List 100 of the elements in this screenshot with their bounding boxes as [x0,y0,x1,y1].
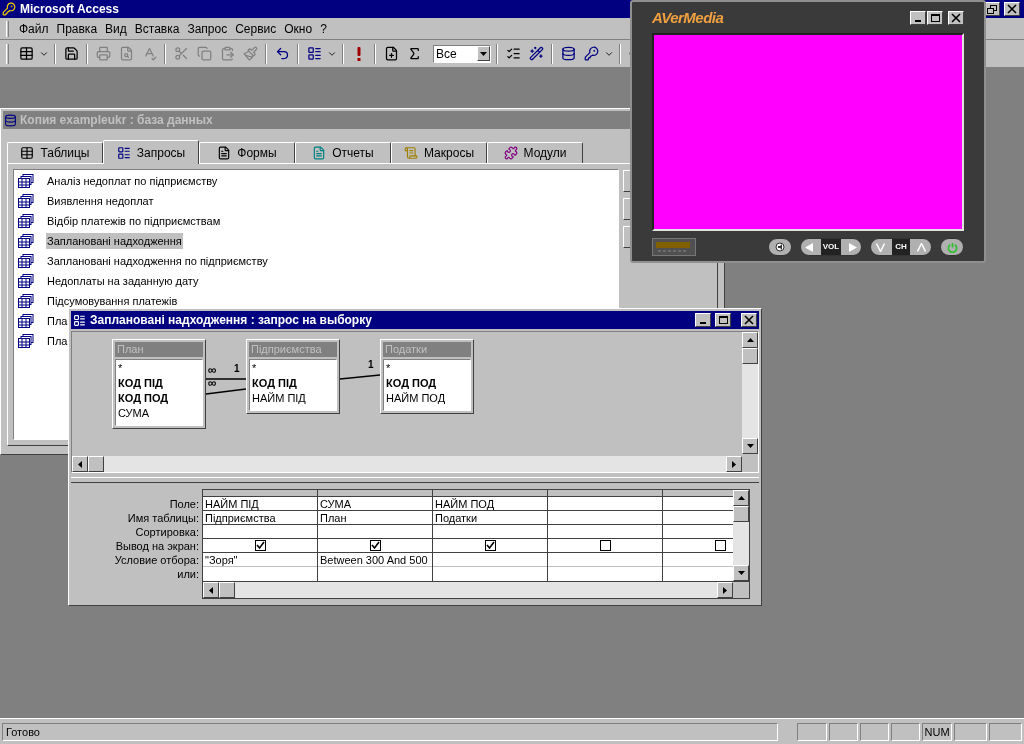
filter-combo[interactable]: Все [433,44,491,63]
table-cell[interactable]: "Зоря" [203,553,317,567]
field-name[interactable]: НАЙМ ПІД [252,391,336,406]
field-name[interactable]: НАЙМ ПОД [386,391,470,406]
scroll-thumb[interactable] [88,456,104,472]
scroll-thumb[interactable] [219,582,235,598]
query-icon [116,145,131,160]
list-item[interactable]: Заплановані надходження [46,232,183,250]
scroll-thumb[interactable] [733,506,749,522]
menu-item[interactable]: Запрос [183,19,232,38]
table-cell[interactable]: Between 300 And 500 [318,553,432,567]
query-icon [18,194,34,208]
mute-button[interactable] [768,238,792,256]
window-title: Копия exampleukr : база данных [20,112,213,129]
minimize-button[interactable] [695,313,711,327]
field-name[interactable]: КОД ПОД [118,391,202,406]
tab[interactable]: Макросы [391,142,487,163]
menu-item[interactable]: Файл [15,19,53,38]
table-cell[interactable]: НАЙМ ПОД [433,497,547,511]
menu-item[interactable]: Вставка [130,19,184,38]
row-label: Имя таблицы: [127,511,199,525]
chevron-up-icon [917,242,926,252]
row-label: Поле: [169,497,199,511]
table-cell[interactable]: СУМА [318,497,432,511]
query-icon [18,314,34,328]
horizontal-scrollbar[interactable] [72,456,742,472]
query-icon [18,274,34,288]
scroll-up-button[interactable] [733,490,749,506]
report-icon [312,146,327,160]
field-name[interactable]: КОД ПІД [252,376,336,391]
power-button[interactable] [940,238,964,256]
scroll-right-button[interactable] [726,456,742,472]
query-icon [18,334,34,348]
table-cell[interactable]: План [318,511,432,525]
field-name[interactable]: * [386,361,470,376]
table-icon [18,46,34,61]
field-list[interactable]: Податки * КОД ПОД НАЙМ ПОД [380,339,474,414]
scroll-right-button[interactable] [717,582,733,598]
checkbox[interactable] [714,540,726,551]
scroll-up-button[interactable] [742,332,758,348]
close-button[interactable] [741,313,757,327]
volume-control[interactable]: VOL [800,238,862,256]
tab[interactable]: Модули [487,142,583,163]
tab[interactable]: Формы [199,142,295,163]
side-button[interactable] [623,198,630,220]
tab[interactable]: Запросы [103,140,199,164]
close-button[interactable] [1004,2,1020,16]
field-name[interactable]: * [118,361,202,376]
checkbox[interactable] [254,540,266,551]
horizontal-scrollbar[interactable] [203,582,733,598]
right-arrow-icon [723,586,727,594]
column-selector[interactable] [548,490,662,497]
field-name[interactable]: КОД ПОД [386,376,470,391]
field-list[interactable]: Підприємства * КОД ПІД НАЙМ ПІД [246,339,340,414]
column-selector[interactable] [203,490,317,497]
status-panel [828,722,858,741]
column-selector[interactable] [433,490,547,497]
key-icon [2,2,16,16]
column-selector[interactable] [318,490,432,497]
menu-item[interactable]: Вид [101,19,131,38]
scroll-down-button[interactable] [742,438,758,454]
scroll-icon [404,146,418,160]
checkbox[interactable] [599,540,611,551]
join-label: ∞ [208,377,217,389]
join-label: 1 [368,360,374,370]
query-icon [18,234,34,248]
channel-control[interactable]: CH [870,238,932,256]
menu-item[interactable]: ? [316,19,331,38]
checkbox[interactable] [369,540,381,551]
maximize-button[interactable] [927,11,943,25]
up-arrow-icon [746,338,754,342]
row-label: или: [177,567,199,581]
table-cell[interactable]: НАЙМ ПІД [203,497,317,511]
scroll-left-button[interactable] [203,582,219,598]
field-name[interactable]: * [252,361,336,376]
menu-item[interactable]: Окно [280,19,317,38]
scroll-left-button[interactable] [72,456,88,472]
minimize-button[interactable] [910,11,926,25]
scroll-down-button[interactable] [733,565,749,581]
side-button[interactable] [623,170,630,192]
status-text: Готово [2,722,778,741]
menu-item[interactable]: Сервис [231,19,281,38]
scroll-thumb[interactable] [742,348,758,364]
field-name[interactable]: КОД ПІД [118,376,202,391]
table-cell[interactable]: Підприємства [203,511,317,525]
table-cell[interactable]: Податки [433,511,547,525]
field-list[interactable]: План * КОД ПІД КОД ПОД СУМА [112,339,206,429]
checkbox[interactable] [484,540,496,551]
menu-item[interactable]: Правка [52,19,102,38]
table-icon [20,146,35,160]
field-name[interactable]: СУМА [118,406,202,421]
close-button[interactable] [948,11,964,25]
vertical-scrollbar[interactable] [742,332,758,454]
side-button[interactable] [623,226,630,248]
maximize-button[interactable] [715,313,731,327]
tab[interactable]: Таблицы [7,142,103,163]
vertical-scrollbar[interactable] [733,490,749,581]
status-panel [797,722,827,741]
tab[interactable]: Отчеты [295,142,391,163]
maximize-icon [718,316,728,324]
